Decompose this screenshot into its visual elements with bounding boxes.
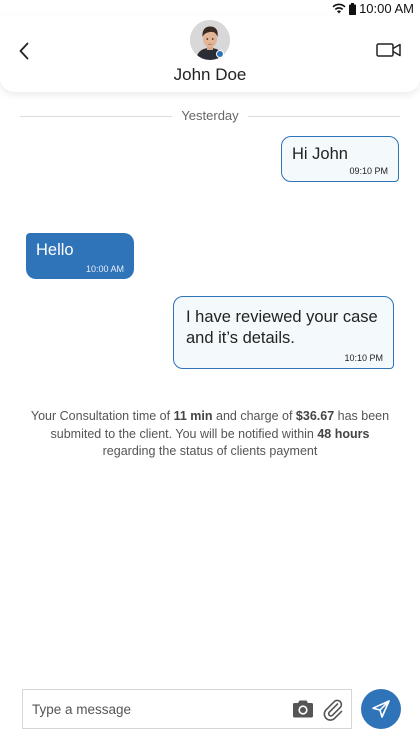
notice-text: regarding the status of clients payment xyxy=(102,444,318,458)
send-icon xyxy=(372,700,390,718)
message-time: 10:10 PM xyxy=(344,353,383,363)
video-camera-icon xyxy=(376,43,401,57)
date-separator: Yesterday xyxy=(20,107,400,125)
status-icons: 10:00 AM xyxy=(332,1,414,16)
person-photo-icon xyxy=(190,20,230,60)
incoming-message[interactable]: Hello 10:00 AM xyxy=(26,233,134,279)
consultation-notice: Your Consultation time of 11 min and cha… xyxy=(30,408,390,461)
message-text: I have reviewed your case and it’s detai… xyxy=(186,308,378,347)
message-time: 10:00 AM xyxy=(85,264,124,274)
chevron-left-icon xyxy=(19,42,29,60)
message-input[interactable] xyxy=(23,690,283,728)
outgoing-message[interactable]: Hi John 09:10 PM xyxy=(281,136,399,182)
message-text: Hi John xyxy=(292,145,348,163)
status-time: 10:00 AM xyxy=(359,1,414,16)
consultation-charge: $36.67 xyxy=(295,409,335,423)
contact-name: John Doe xyxy=(173,65,247,84)
video-call-button[interactable] xyxy=(376,40,402,60)
message-time: 09:10 PM xyxy=(349,166,388,176)
divider xyxy=(248,116,400,117)
online-status-dot xyxy=(216,50,224,58)
consultation-duration: 11 min xyxy=(173,409,213,423)
send-button[interactable] xyxy=(361,689,401,729)
notification-window: 48 hours xyxy=(317,426,370,441)
notice-text: Your Consultation time of xyxy=(30,409,174,423)
battery-icon xyxy=(349,2,357,15)
attach-button[interactable] xyxy=(321,697,345,721)
message-composer xyxy=(22,689,352,729)
avatar[interactable] xyxy=(190,20,230,60)
wifi-icon xyxy=(332,3,346,14)
chat-header: John Doe xyxy=(0,16,420,92)
status-bar: 10:00 AM xyxy=(0,0,420,16)
message-text: Hello xyxy=(36,241,74,259)
back-button[interactable] xyxy=(14,38,34,64)
camera-icon xyxy=(293,700,313,718)
camera-button[interactable] xyxy=(291,698,315,720)
outgoing-message[interactable]: I have reviewed your case and it’s detai… xyxy=(173,296,394,369)
notice-text: and charge of xyxy=(212,409,296,423)
paperclip-icon xyxy=(323,699,343,721)
